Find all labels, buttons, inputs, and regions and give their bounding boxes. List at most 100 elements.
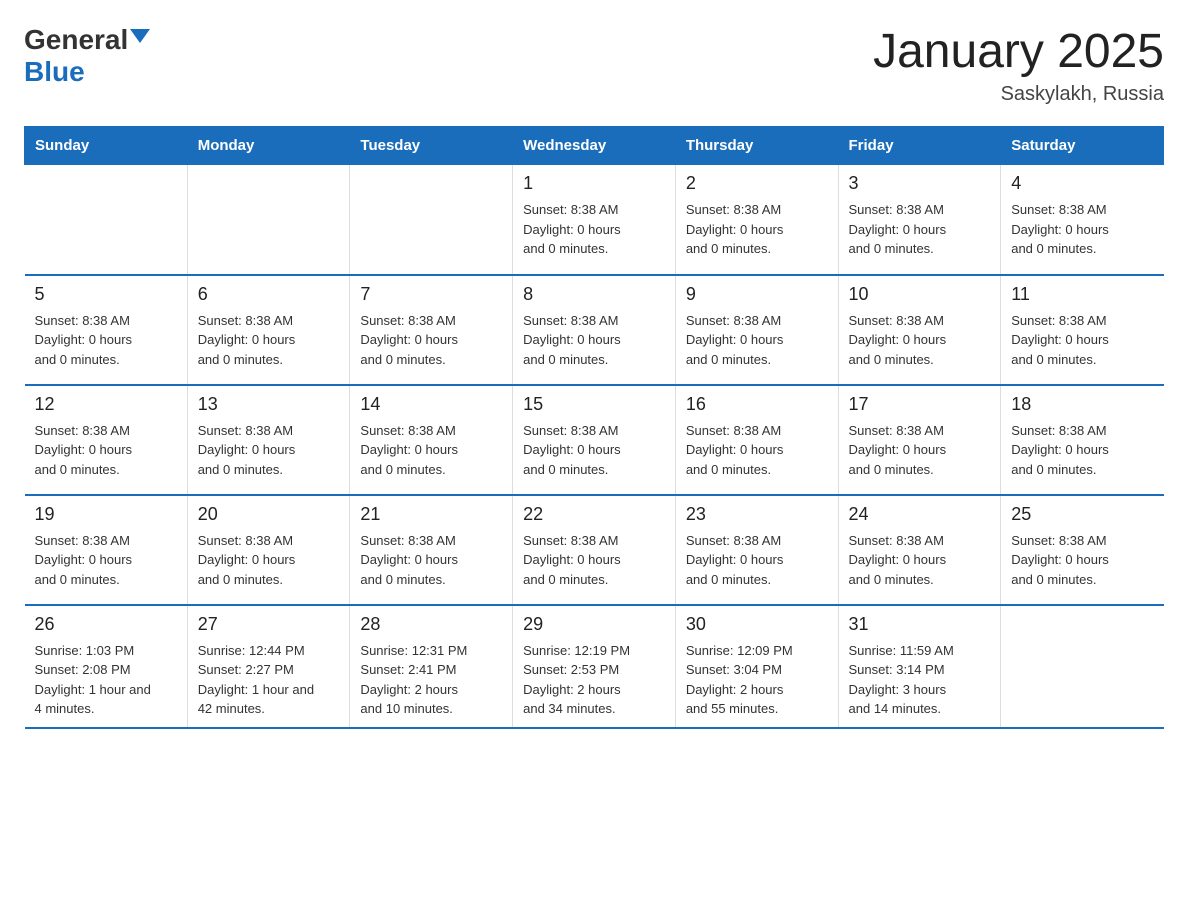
day-info: Sunset: 8:38 AM Daylight: 0 hours and 0 … <box>523 421 665 480</box>
calendar-cell: 3 Sunset: 8:38 AM Daylight: 0 hours and 0… <box>838 165 1001 275</box>
header-day-wednesday: Wednesday <box>513 127 676 165</box>
day-info: Sunset: 8:38 AM Daylight: 0 hours and 0 … <box>360 311 502 370</box>
day-info: Sunset: 8:38 AM Daylight: 0 hours and 0 … <box>198 531 340 590</box>
day-number: 23 <box>686 504 828 525</box>
header-day-thursday: Thursday <box>675 127 838 165</box>
calendar-table: SundayMondayTuesdayWednesdayThursdayFrid… <box>24 126 1164 729</box>
calendar-subtitle: Saskylakh, Russia <box>873 83 1164 106</box>
day-number: 18 <box>1011 394 1153 415</box>
calendar-cell: 8 Sunset: 8:38 AM Daylight: 0 hours and 0… <box>513 275 676 385</box>
day-number: 20 <box>198 504 340 525</box>
day-number: 25 <box>1011 504 1153 525</box>
calendar-cell: 2Sunset: 8:38 AM Daylight: 0 hours and 0… <box>675 165 838 275</box>
day-number: 3 <box>849 173 991 194</box>
calendar-cell: 12 Sunset: 8:38 AM Daylight: 0 hours and … <box>25 385 188 495</box>
calendar-cell: 23 Sunset: 8:38 AM Daylight: 0 hours and … <box>675 495 838 605</box>
calendar-week-row: 26 Sunrise: 1:03 PM Sunset: 2:08 PM Dayli… <box>25 605 1164 728</box>
day-info: Sunset: 8:38 AM Daylight: 0 hours and 0 … <box>35 531 177 590</box>
day-info: Sunset: 8:38 AM Daylight: 0 hours and 0 … <box>1011 421 1153 480</box>
day-info: Sunset: 8:38 AM Daylight: 0 hours and 0 … <box>686 311 828 370</box>
logo-triangle-icon <box>130 29 150 43</box>
header-day-saturday: Saturday <box>1001 127 1164 165</box>
logo-general: General <box>24 24 128 56</box>
calendar-cell: 28 Sunrise: 12:31 PM Sunset: 2:41 PM Dayl… <box>350 605 513 728</box>
day-info: Sunset: 8:38 AM Daylight: 0 hours and 0 … <box>849 200 991 259</box>
day-number: 15 <box>523 394 665 415</box>
calendar-cell: 21Sunset: 8:38 AM Daylight: 0 hours and … <box>350 495 513 605</box>
calendar-cell: 18 Sunset: 8:38 AM Daylight: 0 hours and … <box>1001 385 1164 495</box>
day-number: 7 <box>360 284 502 305</box>
day-number: 9 <box>686 284 828 305</box>
day-info: Sunset: 8:38 AM Daylight: 0 hours and 0 … <box>198 311 340 370</box>
calendar-header-row: SundayMondayTuesdayWednesdayThursdayFrid… <box>25 127 1164 165</box>
day-info: Sunrise: 12:31 PM Sunset: 2:41 PM Daylig… <box>360 641 502 719</box>
day-info: Sunset: 8:38 AM Daylight: 0 hours and 0 … <box>1011 311 1153 370</box>
day-info: Sunset: 8:38 AM Daylight: 0 hours and 0 … <box>523 531 665 590</box>
day-number: 10 <box>849 284 991 305</box>
day-number: 24 <box>849 504 991 525</box>
day-number: 1 <box>523 173 665 194</box>
day-info: Sunrise: 11:59 AM Sunset: 3:14 PM Daylig… <box>849 641 991 719</box>
day-number: 17 <box>849 394 991 415</box>
day-info: Sunset: 8:38 AM Daylight: 0 hours and 0 … <box>523 200 665 259</box>
calendar-cell <box>1001 605 1164 728</box>
day-number: 26 <box>35 614 177 635</box>
day-info: Sunset: 8:38 AM Daylight: 0 hours and 0 … <box>35 421 177 480</box>
day-info: Sunset: 8:38 AM Daylight: 0 hours and 0 … <box>686 421 828 480</box>
day-info: Sunrise: 12:09 PM Sunset: 3:04 PM Daylig… <box>686 641 828 719</box>
day-number: 8 <box>523 284 665 305</box>
calendar-cell: 30Sunrise: 12:09 PM Sunset: 3:04 PM Dayl… <box>675 605 838 728</box>
day-number: 14 <box>360 394 502 415</box>
calendar-cell: 26 Sunrise: 1:03 PM Sunset: 2:08 PM Dayli… <box>25 605 188 728</box>
day-info: Sunset: 8:38 AM Daylight: 0 hours and 0 … <box>1011 200 1153 259</box>
calendar-week-row: 19Sunset: 8:38 AM Daylight: 0 hours and … <box>25 495 1164 605</box>
calendar-cell: 4 Sunset: 8:38 AM Daylight: 0 hours and 0… <box>1001 165 1164 275</box>
calendar-cell: 5 Sunset: 8:38 AM Daylight: 0 hours and 0… <box>25 275 188 385</box>
header-day-sunday: Sunday <box>25 127 188 165</box>
day-number: 22 <box>523 504 665 525</box>
calendar-cell: 14Sunset: 8:38 AM Daylight: 0 hours and … <box>350 385 513 495</box>
day-number: 31 <box>849 614 991 635</box>
title-section: January 2025 Saskylakh, Russia <box>873 24 1164 106</box>
calendar-cell <box>25 165 188 275</box>
day-info: Sunset: 8:38 AM Daylight: 0 hours and 0 … <box>849 531 991 590</box>
calendar-cell: 20 Sunset: 8:38 AM Daylight: 0 hours and … <box>187 495 350 605</box>
day-info: Sunset: 8:38 AM Daylight: 0 hours and 0 … <box>849 421 991 480</box>
calendar-week-row: 12 Sunset: 8:38 AM Daylight: 0 hours and … <box>25 385 1164 495</box>
day-info: Sunrise: 12:44 PM Sunset: 2:27 PM Daylig… <box>198 641 340 719</box>
day-info: Sunset: 8:38 AM Daylight: 0 hours and 0 … <box>523 311 665 370</box>
day-number: 5 <box>35 284 177 305</box>
calendar-cell: 13Sunset: 8:38 AM Daylight: 0 hours and … <box>187 385 350 495</box>
day-number: 21 <box>360 504 502 525</box>
day-number: 12 <box>35 394 177 415</box>
calendar-cell: 19Sunset: 8:38 AM Daylight: 0 hours and … <box>25 495 188 605</box>
calendar-cell: 31 Sunrise: 11:59 AM Sunset: 3:14 PM Dayl… <box>838 605 1001 728</box>
calendar-cell: 7 Sunset: 8:38 AM Daylight: 0 hours and 0… <box>350 275 513 385</box>
day-info: Sunset: 8:38 AM Daylight: 0 hours and 0 … <box>849 311 991 370</box>
logo-blue: Blue <box>24 56 85 87</box>
header-day-monday: Monday <box>187 127 350 165</box>
day-number: 29 <box>523 614 665 635</box>
calendar-cell: 25 Sunset: 8:38 AM Daylight: 0 hours and … <box>1001 495 1164 605</box>
calendar-cell: 10 Sunset: 8:38 AM Daylight: 0 hours and … <box>838 275 1001 385</box>
calendar-cell: 27Sunrise: 12:44 PM Sunset: 2:27 PM Dayl… <box>187 605 350 728</box>
calendar-cell: 9 Sunset: 8:38 AM Daylight: 0 hours and 0… <box>675 275 838 385</box>
day-info: Sunset: 8:38 AM Daylight: 0 hours and 0 … <box>1011 531 1153 590</box>
calendar-cell: 15 Sunset: 8:38 AM Daylight: 0 hours and … <box>513 385 676 495</box>
day-info: Sunrise: 12:19 PM Sunset: 2:53 PM Daylig… <box>523 641 665 719</box>
day-info: Sunset: 8:38 AM Daylight: 0 hours and 0 … <box>686 531 828 590</box>
calendar-cell: 24 Sunset: 8:38 AM Daylight: 0 hours and … <box>838 495 1001 605</box>
day-number: 28 <box>360 614 502 635</box>
day-info: Sunrise: 1:03 PM Sunset: 2:08 PM Dayligh… <box>35 641 177 719</box>
page-header: General Blue January 2025 Saskylakh, Rus… <box>24 24 1164 106</box>
calendar-cell: 29 Sunrise: 12:19 PM Sunset: 2:53 PM Dayl… <box>513 605 676 728</box>
day-number: 6 <box>198 284 340 305</box>
day-number: 13 <box>198 394 340 415</box>
header-day-tuesday: Tuesday <box>350 127 513 165</box>
day-number: 4 <box>1011 173 1153 194</box>
day-info: Sunset: 8:38 AM Daylight: 0 hours and 0 … <box>35 311 177 370</box>
calendar-cell: 16Sunset: 8:38 AM Daylight: 0 hours and … <box>675 385 838 495</box>
calendar-cell: 22 Sunset: 8:38 AM Daylight: 0 hours and … <box>513 495 676 605</box>
calendar-cell <box>187 165 350 275</box>
day-info: Sunset: 8:38 AM Daylight: 0 hours and 0 … <box>686 200 828 259</box>
